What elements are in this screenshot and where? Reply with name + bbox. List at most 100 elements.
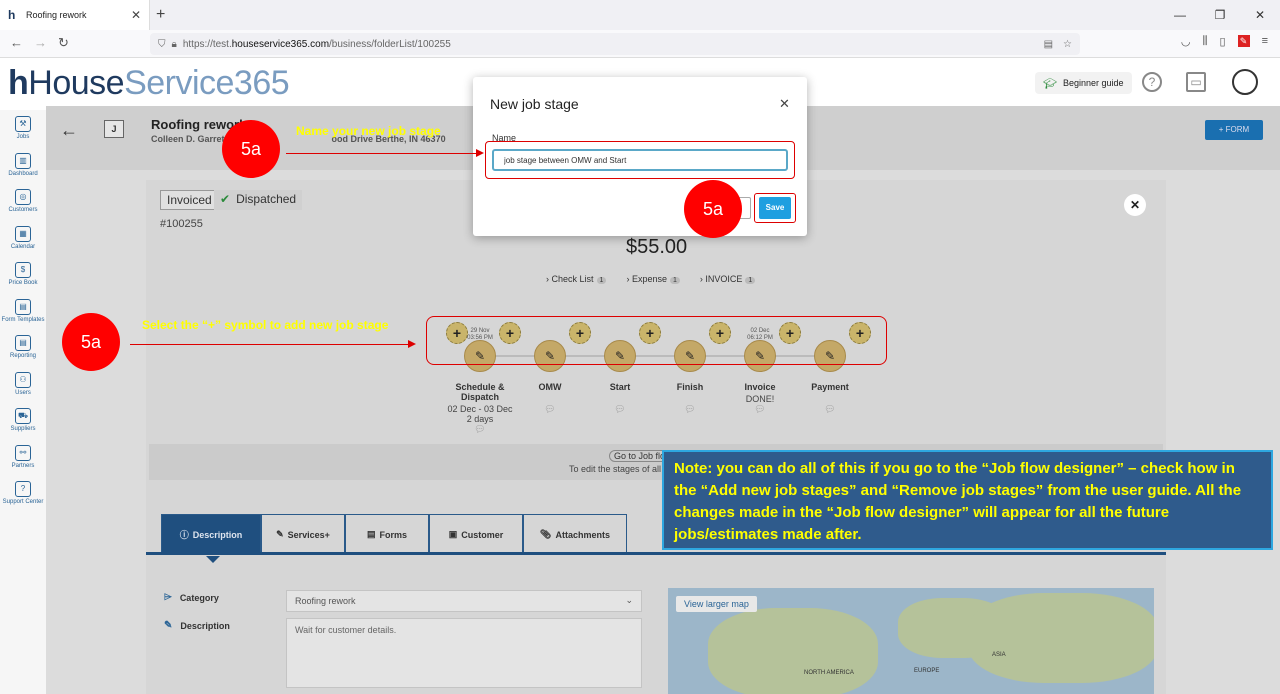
window-controls: — ❐ ✕ bbox=[1160, 0, 1280, 30]
job-flow-hint: To edit the stages of all n bbox=[569, 464, 669, 474]
comment-icon[interactable]: 💬︎ bbox=[650, 404, 730, 414]
comment-icon[interactable]: 💬︎ bbox=[510, 404, 590, 414]
sidebar-item-partners[interactable]: ⚯ Partners bbox=[0, 439, 46, 476]
tab-attachments[interactable]: 📎︎ Attachments bbox=[523, 514, 627, 554]
tab-title: Roofing rework bbox=[26, 10, 87, 20]
beginner-guide-label: Beginner guide bbox=[1062, 78, 1124, 88]
job-link-check-list[interactable]: › Check List 1 bbox=[546, 274, 607, 284]
location-map[interactable]: View larger map NORTH AMERICA EUROPE ASI… bbox=[668, 588, 1154, 694]
tab-forms[interactable]: ▤ Forms bbox=[345, 514, 429, 554]
map-label-asia: ASIA bbox=[992, 652, 1006, 658]
pocket-icon[interactable]: ◡ bbox=[1181, 35, 1191, 48]
comment-icon[interactable]: 💬︎ bbox=[440, 424, 520, 434]
tab-label: Attachments bbox=[555, 529, 610, 540]
sidebar-item-label: Dashboard bbox=[8, 170, 38, 177]
folder-icon[interactable]: ▭ bbox=[1186, 72, 1206, 92]
tools-icon: ⚒ bbox=[15, 116, 31, 133]
tab-services[interactable]: ✎ Services+ bbox=[261, 514, 345, 554]
url-bar[interactable]: ⛉ 🔒︎ https://test. houseservice365.com/bu… bbox=[150, 33, 1080, 55]
browser-tab[interactable]: h Roofing rework ✕ bbox=[0, 0, 150, 30]
back-icon[interactable]: ← bbox=[10, 35, 23, 50]
toolbar-icons: ◡ ⫼ ▯ ✎ ≡ bbox=[1181, 35, 1280, 48]
category-select[interactable]: Roofing rework ⌄ bbox=[286, 590, 642, 612]
sidebar-item-dashboard[interactable]: ▥ Dashboard bbox=[0, 147, 46, 184]
job-number: #100255 bbox=[160, 218, 203, 230]
bookmark-star-icon[interactable]: ☆ bbox=[1063, 39, 1072, 50]
comment-icon[interactable]: 💬︎ bbox=[790, 404, 870, 414]
tab-description[interactable]: ⓘ Description bbox=[161, 514, 261, 554]
job-links: › Check List 1 › Expense 1 › INVOICE 1 bbox=[546, 274, 756, 284]
browser-tab-bar: h Roofing rework ✕ + — ❐ ✕ bbox=[0, 0, 1280, 30]
customer-name: Colleen D. Garrett bbox=[151, 134, 228, 144]
stage-plus-highlight bbox=[426, 316, 887, 365]
stage-label: Payment bbox=[811, 382, 849, 392]
close-window-icon[interactable]: ✕ bbox=[1240, 0, 1280, 30]
save-button[interactable]: Save bbox=[759, 197, 791, 219]
job-link-label: Expense bbox=[631, 274, 667, 284]
sidebar-item-label: Reporting bbox=[9, 353, 36, 360]
help-icon[interactable]: ? bbox=[1142, 72, 1162, 92]
calendar-icon: ▦ bbox=[15, 225, 31, 242]
reader-icon[interactable]: ▤ bbox=[1044, 39, 1053, 50]
close-tab-icon[interactable]: ✕ bbox=[131, 8, 141, 22]
edit-icon: ✎ bbox=[164, 620, 173, 631]
paperclip-icon: 📎︎ bbox=[540, 529, 552, 539]
sidebar-item-form-templates[interactable]: ▤ Form Templates bbox=[0, 293, 46, 330]
job-link-invoice[interactable]: › INVOICE 1 bbox=[700, 274, 756, 284]
plus-hint-text: Select the “+” symbol to add new job sta… bbox=[142, 318, 389, 332]
stage-label: Schedule & Dispatch bbox=[455, 382, 505, 402]
logo-text-house: House bbox=[28, 64, 125, 102]
sidebar-item-label: Jobs bbox=[16, 134, 30, 141]
sidebar-item-customers[interactable]: ◎ Customers bbox=[0, 183, 46, 220]
form-button[interactable]: + FORM bbox=[1205, 120, 1263, 140]
form-icon: ▤ bbox=[15, 298, 31, 315]
chart-icon: ▥ bbox=[15, 152, 31, 169]
menu-icon[interactable]: ≡ bbox=[1262, 35, 1268, 48]
job-link-expense[interactable]: › Expense 1 bbox=[626, 274, 680, 284]
sidebar-item-label: Form Templates bbox=[1, 316, 45, 323]
back-arrow-icon[interactable]: ← bbox=[60, 120, 78, 141]
detail-tabs: ⓘ Description ✎ Services+ ▤ Forms ▣ Customer 📎︎ A… bbox=[161, 514, 627, 554]
reload-icon[interactable]: ↻ bbox=[58, 35, 69, 51]
note-box: Note: you can do all of this if you go t… bbox=[662, 450, 1273, 550]
sidebar-item-calendar[interactable]: ▦ Calendar bbox=[0, 220, 46, 257]
description-textarea[interactable]: Wait for customer details. bbox=[286, 618, 642, 688]
job-link-count: 1 bbox=[596, 277, 607, 284]
tabs-underline bbox=[146, 552, 1166, 555]
comment-icon[interactable]: 💬︎ bbox=[720, 404, 800, 414]
wrench-icon: ✎ bbox=[276, 529, 284, 539]
extension-icon[interactable]: ✎ bbox=[1237, 35, 1250, 47]
beginner-guide-button[interactable]: 🎓︎ Beginner guide bbox=[1035, 72, 1132, 94]
sidebar-item-support-center[interactable]: ? Support Center bbox=[0, 475, 46, 512]
close-job-icon[interactable]: ✕ bbox=[1124, 194, 1146, 216]
sidebar-item-users[interactable]: ⚇ Users bbox=[0, 366, 46, 403]
view-larger-map-button[interactable]: View larger map bbox=[676, 596, 757, 612]
document-icon: ▤ bbox=[366, 529, 376, 539]
map-label-north-america: NORTH AMERICA bbox=[804, 670, 854, 676]
minimize-icon[interactable]: — bbox=[1160, 0, 1200, 30]
modal-close-icon[interactable]: ✕ bbox=[779, 96, 790, 112]
stage-label: Invoice bbox=[744, 382, 776, 392]
new-tab-icon[interactable]: + bbox=[156, 6, 165, 24]
sidebar-toggle-icon[interactable]: ▯ bbox=[1220, 35, 1226, 48]
sidebar-item-jobs[interactable]: ⚒ Jobs bbox=[0, 110, 46, 147]
partners-icon: ⚯ bbox=[15, 444, 31, 461]
customers-icon: ◎ bbox=[15, 189, 31, 206]
sidebar: ⚒ Jobs ▥ Dashboard ◎ Customers ▦ Calendar $ Price… bbox=[0, 110, 46, 694]
library-icon[interactable]: ⫼ bbox=[1202, 35, 1207, 48]
tab-customer[interactable]: ▣ Customer bbox=[429, 514, 523, 554]
stage-name-input[interactable] bbox=[492, 149, 788, 171]
app-logo[interactable]: hHouseService365 bbox=[8, 64, 290, 103]
sidebar-item-label: Partners bbox=[11, 462, 35, 469]
sidebar-item-label: Calendar bbox=[10, 243, 36, 250]
user-avatar-icon[interactable] bbox=[1232, 69, 1258, 95]
restore-icon[interactable]: ❐ bbox=[1200, 0, 1240, 30]
comment-icon[interactable]: 💬︎ bbox=[580, 404, 660, 414]
sidebar-item-price-book[interactable]: $ Price Book bbox=[0, 256, 46, 293]
map-label-europe: EUROPE bbox=[914, 668, 940, 674]
forward-icon[interactable]: → bbox=[34, 35, 47, 50]
sidebar-item-suppliers[interactable]: ⛟ Suppliers bbox=[0, 402, 46, 439]
sidebar-item-reporting[interactable]: ▤ Reporting bbox=[0, 329, 46, 366]
category-label-row: ⌲ Category bbox=[164, 592, 219, 603]
users-icon: ⚇ bbox=[15, 371, 31, 388]
